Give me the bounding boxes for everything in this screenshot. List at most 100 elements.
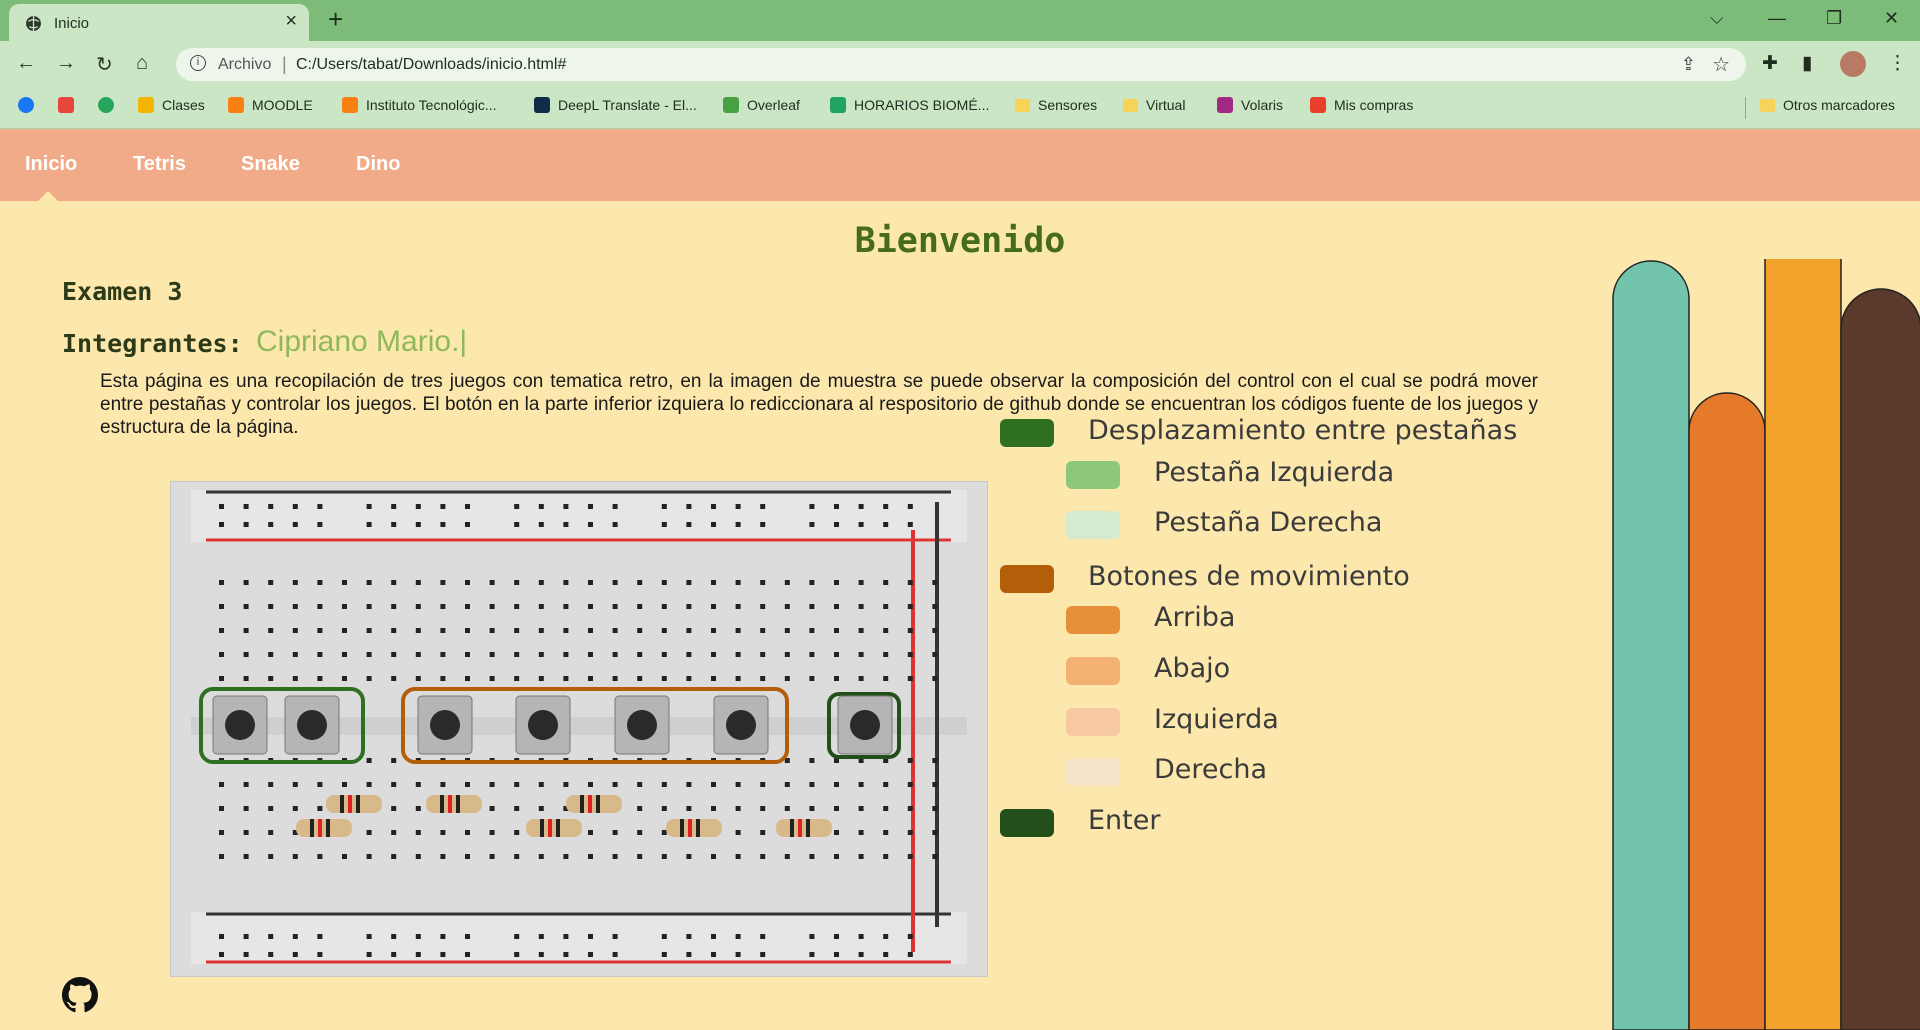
bookmark-item[interactable]: Overleaf — [723, 97, 800, 113]
breadboard-hole — [317, 604, 323, 609]
breadboard-hole — [465, 580, 470, 585]
resistor — [566, 795, 622, 813]
close-window-icon[interactable]: ✕ — [1884, 8, 1899, 29]
breadboard-hole — [834, 676, 839, 681]
folder-icon — [1015, 98, 1030, 112]
bookmark-label: Virtual — [1146, 97, 1186, 113]
nav-item-dino[interactable]: Dino — [356, 153, 400, 176]
resistor-band — [806, 819, 810, 837]
legend-label: Enter — [1088, 805, 1161, 836]
breadboard-hole — [735, 628, 741, 633]
breadboard-hole — [538, 604, 544, 609]
breadboard-hole — [661, 952, 667, 957]
breadboard-hole — [292, 580, 298, 585]
nav-item-inicio[interactable]: Inicio — [25, 153, 77, 176]
exam-heading: Examen 3 — [62, 277, 183, 306]
bookmark-item[interactable]: HORARIOS BIOMÉ... — [830, 97, 989, 113]
tab-search-icon[interactable]: ⌵ — [1710, 8, 1724, 29]
home-icon[interactable]: ⌂ — [136, 52, 148, 75]
bookmark-star-icon[interactable]: ☆ — [1712, 52, 1730, 77]
breadboard-hole — [686, 628, 692, 633]
breadboard-hole — [760, 628, 766, 633]
breadboard-hole — [563, 522, 569, 527]
bookmark-item[interactable]: Sensores — [1015, 97, 1097, 113]
bookmark-item[interactable]: DeepL Translate - El... — [534, 97, 697, 113]
other-bookmarks[interactable]: Otros marcadores — [1760, 97, 1895, 113]
github-icon[interactable] — [62, 977, 98, 1013]
bookmark-item[interactable] — [18, 97, 34, 113]
bookmark-item[interactable]: Clases — [138, 97, 205, 113]
breadboard-hole — [465, 628, 470, 633]
bookmark-item[interactable]: Virtual — [1123, 97, 1185, 113]
breadboard-hole — [366, 504, 372, 509]
browser-tab[interactable]: Inicio × — [9, 4, 309, 41]
breadboard-hole — [760, 854, 766, 859]
breadboard-hole — [883, 604, 889, 609]
breadboard-hole — [588, 952, 593, 957]
new-tab-icon[interactable]: + — [328, 4, 343, 35]
breadboard-hole — [366, 934, 372, 939]
address-bar[interactable]: i Archivo | C:/Users/tabat/Downloads/ini… — [176, 48, 1746, 81]
bookmark-item[interactable]: Mis compras — [1310, 97, 1413, 113]
breadboard-hole — [366, 782, 372, 787]
url-text[interactable]: C:/Users/tabat/Downloads/inicio.html# — [296, 56, 566, 74]
page-title: Bienvenido — [854, 221, 1066, 261]
breadboard-hole — [342, 652, 347, 657]
menu-icon[interactable]: ⋮ — [1888, 52, 1907, 75]
breadboard-hole — [317, 522, 323, 527]
breadboard-hole — [243, 806, 249, 811]
breadboard-hole — [317, 854, 323, 859]
pushbutton-cap — [528, 710, 558, 740]
breadboard-hole — [883, 628, 889, 633]
resistor-band — [798, 819, 802, 837]
breadboard-hole — [538, 504, 544, 509]
extensions-icon[interactable]: ✚ — [1762, 52, 1778, 75]
breadboard-hole — [514, 782, 520, 787]
breadboard-hole — [440, 522, 446, 527]
breadboard-hole — [834, 934, 839, 939]
reload-icon[interactable]: ↻ — [96, 52, 113, 77]
minimize-icon[interactable]: — — [1768, 8, 1786, 29]
back-icon[interactable]: ← — [16, 52, 36, 75]
breadboard-hole — [465, 782, 470, 787]
breadboard-hole — [415, 934, 421, 939]
bookmark-item[interactable]: MOODLE — [228, 97, 313, 113]
breadboard-hole — [711, 580, 716, 585]
nav-item-tetris[interactable]: Tetris — [133, 153, 186, 176]
bookmark-item[interactable] — [58, 97, 74, 113]
breadboard-hole — [366, 628, 372, 633]
side-panel-icon[interactable]: ▮ — [1802, 52, 1812, 75]
breadboard-hole — [612, 580, 618, 585]
breadboard-hole — [563, 952, 569, 957]
breadboard-hole — [858, 522, 864, 527]
breadboard-hole — [686, 522, 692, 527]
forward-icon[interactable]: → — [56, 52, 76, 75]
bookmark-item[interactable]: Volaris — [1217, 97, 1283, 113]
breadboard-hole — [661, 504, 667, 509]
bookmark-item[interactable] — [98, 97, 114, 113]
breadboard-hole — [243, 628, 249, 633]
close-tab-icon[interactable]: × — [285, 10, 297, 33]
breadboard-drawing — [171, 482, 987, 976]
folder-icon — [1760, 98, 1775, 112]
legend-swatch — [1000, 419, 1054, 447]
profile-avatar[interactable] — [1840, 51, 1866, 77]
breadboard-hole — [243, 952, 249, 957]
breadboard-hole — [268, 652, 274, 657]
breadboard-hole — [440, 830, 446, 835]
breadboard-hole — [268, 952, 274, 957]
share-icon[interactable]: ⇪ — [1681, 54, 1696, 75]
breadboard-hole — [686, 806, 692, 811]
breadboard-hole — [563, 652, 569, 657]
bookmark-item[interactable]: Instituto Tecnológic... — [342, 97, 496, 113]
breadboard-hole — [366, 522, 372, 527]
breadboard-hole — [391, 504, 397, 509]
breadboard-hole — [907, 952, 913, 957]
restore-icon[interactable]: ❐ — [1826, 8, 1842, 29]
breadboard-hole — [538, 934, 544, 939]
breadboard-hole — [366, 580, 372, 585]
info-icon[interactable]: i — [190, 55, 206, 71]
breadboard-hole — [219, 676, 224, 681]
nav-item-snake[interactable]: Snake — [241, 153, 300, 176]
legend-swatch — [1066, 758, 1120, 786]
